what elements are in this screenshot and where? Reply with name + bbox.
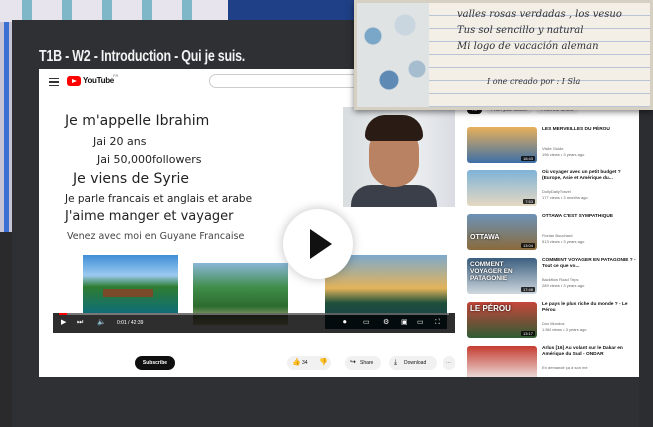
letter-line: Mi logo de vacación aleman bbox=[457, 41, 599, 52]
subscribe-button[interactable]: Subscribe bbox=[135, 356, 175, 370]
channel-name[interactable]: Florian Bouchard bbox=[542, 233, 572, 238]
video-thumbnail[interactable]: 18:43 bbox=[467, 127, 537, 163]
video-thumbnail[interactable] bbox=[467, 346, 537, 377]
video-meta: 196 views • 3 years ago bbox=[542, 152, 585, 157]
duration-badge: 13:17 bbox=[520, 331, 535, 336]
channel-name[interactable]: Dos Mundos bbox=[542, 321, 564, 326]
video-thumbnail[interactable]: 7:53 bbox=[467, 170, 537, 206]
player-controls: ▶ ⏭ 🔈 0:01 / 42:39 ⏺ ▭ ⚙ ▣ ▭ ⛶ bbox=[53, 313, 455, 333]
play-button-overlay[interactable] bbox=[283, 209, 353, 279]
thumbnail-text: LE PÉROU bbox=[470, 304, 511, 313]
recommended-video[interactable]: COMMENT VOYAGER EN PATAGONIE 17:48 COMMEN… bbox=[467, 258, 639, 294]
video-thumbnail[interactable]: OTTAWA 13:04 bbox=[467, 214, 537, 250]
volume-icon[interactable]: 🔈 bbox=[97, 319, 106, 327]
time-display: 0:01 / 42:39 bbox=[117, 320, 144, 326]
video-photo-lodge bbox=[83, 255, 178, 313]
like-button[interactable]: 👍 34 👎 bbox=[287, 356, 331, 370]
share-button[interactable]: ↪ Share bbox=[345, 356, 381, 370]
download-label: Download bbox=[404, 360, 427, 366]
youtube-screenshot: YouTube FR Je m'appelle Ibrahim Jai 20 a… bbox=[39, 69, 639, 377]
video-line-name: Je m'appelle Ibrahim bbox=[65, 113, 210, 129]
thumbs-down-icon[interactable]: 👎 bbox=[319, 356, 328, 370]
fullscreen-icon[interactable]: ⛶ bbox=[435, 319, 440, 327]
recommended-video[interactable]: Arlus [16] Au volant sur le Dakar en Amé… bbox=[467, 346, 639, 377]
duration-badge: 7:53 bbox=[523, 199, 535, 204]
video-title[interactable]: LES MERVEILLES DU PÉROU bbox=[542, 127, 637, 133]
channel-name[interactable]: Backflow Road Trips bbox=[542, 277, 578, 282]
letter-line: valles rosas verdadas , los vesuo bbox=[457, 9, 622, 20]
video-meta: 177 views • 3 months ago bbox=[542, 195, 588, 200]
duration-badge: 13:04 bbox=[520, 243, 535, 248]
like-count: 34 bbox=[302, 360, 308, 366]
background-collage-tile bbox=[0, 0, 228, 22]
video-line-likes: J'aime manger et vayager bbox=[65, 209, 234, 224]
video-meta: 513 views • 3 years ago bbox=[542, 239, 585, 244]
captions-icon[interactable]: ▭ bbox=[363, 319, 370, 327]
region-code: FR bbox=[113, 73, 119, 78]
video-line-languages: Je parle francais et anglais et arabe bbox=[65, 193, 253, 205]
thumbnail-text: OTTAWA bbox=[470, 234, 500, 241]
video-meta: 289 views • 3 years ago bbox=[542, 283, 585, 288]
video-title[interactable]: Arlus [16] Au volant sur le Dakar en Amé… bbox=[542, 346, 637, 358]
recommended-video[interactable]: 7:53 Où voyager avec un petit budget ? (… bbox=[467, 170, 639, 206]
download-icon: ⤓ bbox=[394, 359, 398, 366]
video-thumbnail[interactable]: LE PÉROU 13:17 bbox=[467, 302, 537, 338]
webcam-overlay bbox=[343, 107, 455, 207]
background-left-dark bbox=[0, 232, 12, 427]
play-icon[interactable]: ▶ bbox=[61, 319, 66, 327]
video-meta: 1.5M views • 3 years ago bbox=[542, 327, 587, 332]
video-line-followers: Jai 50,000followers bbox=[97, 153, 202, 166]
duration-badge: 17:48 bbox=[520, 287, 535, 292]
more-actions-button[interactable]: ⋯ bbox=[443, 356, 455, 370]
background-left-accent bbox=[4, 22, 9, 232]
video-title[interactable]: OTTAWA C'EST SYMPATHIQUE bbox=[542, 214, 637, 220]
share-icon: ↪ bbox=[350, 359, 356, 366]
theater-mode-icon[interactable]: ▭ bbox=[417, 319, 424, 327]
letter-line: Tus sol sencillo y natural bbox=[457, 25, 584, 36]
mosaic-decoration bbox=[357, 3, 437, 107]
video-line-invite: Venez avec moi en Guyane Francaise bbox=[67, 231, 245, 242]
thumbs-up-icon: 👍 bbox=[292, 359, 301, 366]
recommended-video[interactable]: LE PÉROU 13:17 Le pays le plus riche du m… bbox=[467, 302, 639, 338]
channel-name[interactable]: En demande ça à son mé bbox=[542, 365, 588, 370]
autoplay-toggle[interactable]: ⏺ bbox=[343, 319, 347, 327]
download-button[interactable]: ⤓ Download bbox=[389, 356, 437, 370]
video-title[interactable]: Le pays le plus riche du monde ? - Le Pé… bbox=[542, 302, 637, 314]
video-player[interactable]: Je m'appelle Ibrahim Jai 20 ans Jai 50,0… bbox=[53, 107, 455, 333]
progress-fill bbox=[59, 313, 67, 315]
channel-name[interactable]: Visite Guide bbox=[542, 146, 564, 151]
recommended-video[interactable]: OTTAWA 13:04 OTTAWA C'EST SYMPATHIQUE Flo… bbox=[467, 214, 639, 250]
thumbnail-text: COMMENT VOYAGER EN PATAGONIE bbox=[470, 261, 513, 282]
recommended-video[interactable]: 18:43 LES MERVEILLES DU PÉROU Visite Gui… bbox=[467, 127, 639, 163]
handwritten-letter-photo: valles rosas verdadas , los vesuo Tus so… bbox=[354, 0, 653, 110]
progress-bar[interactable] bbox=[59, 313, 449, 315]
video-title[interactable]: Où voyager avec un petit budget ? (Europ… bbox=[542, 170, 637, 182]
video-thumbnail[interactable]: COMMENT VOYAGER EN PATAGONIE 17:48 bbox=[467, 258, 537, 294]
slide-title: T1B - W2 - Introduction - Qui je suis. bbox=[39, 48, 246, 65]
channel-name[interactable]: DollyDallyTravel bbox=[542, 189, 571, 194]
menu-icon[interactable] bbox=[49, 78, 59, 86]
video-line-age: Jai 20 ans bbox=[93, 135, 147, 148]
letter-signature: I one creado por : I Sla bbox=[487, 77, 581, 86]
video-title[interactable]: COMMENT VOYAGER EN PATAGONIE ? - Tout ce… bbox=[542, 258, 637, 270]
next-icon[interactable]: ⏭ bbox=[77, 319, 83, 327]
youtube-logo-icon[interactable] bbox=[67, 76, 81, 86]
miniplayer-icon[interactable]: ▣ bbox=[401, 319, 408, 327]
settings-gear-icon[interactable]: ⚙ bbox=[383, 319, 389, 327]
share-label: Share bbox=[360, 360, 374, 366]
video-line-origin: Je viens de Syrie bbox=[73, 171, 189, 187]
youtube-wordmark[interactable]: YouTube bbox=[83, 76, 114, 85]
duration-badge: 18:43 bbox=[520, 156, 535, 161]
